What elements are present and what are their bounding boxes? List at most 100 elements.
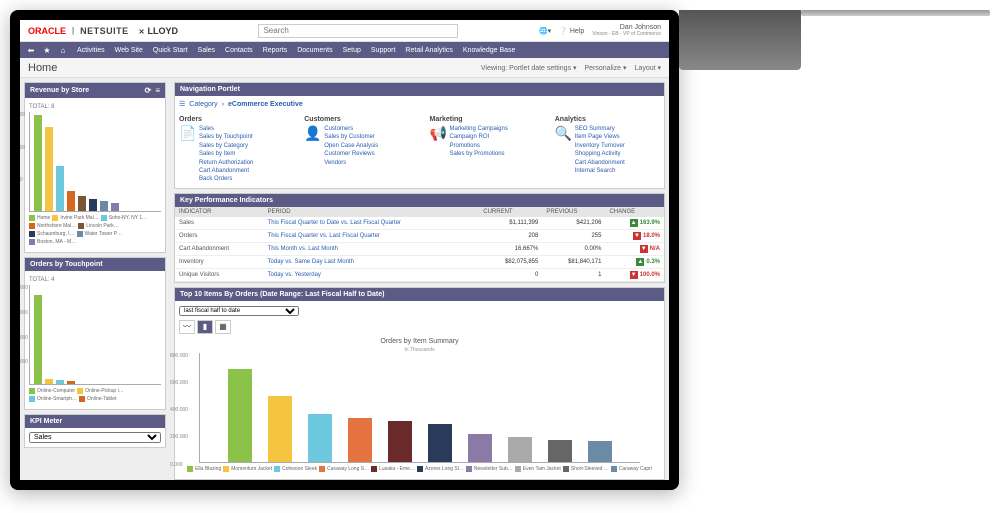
refresh-icon[interactable]: ⟳ bbox=[145, 86, 152, 95]
menu-item[interactable]: Support bbox=[366, 45, 401, 56]
nav-link[interactable]: Sales by Item bbox=[199, 150, 284, 158]
kpi-period-link[interactable]: Today vs. Yesterday bbox=[268, 272, 321, 278]
total-label: TOTAL: 8 bbox=[29, 102, 161, 112]
menu-item[interactable]: Web Site bbox=[110, 45, 148, 56]
menu-item[interactable]: Retail Analytics bbox=[400, 45, 457, 56]
menu-item[interactable]: Contacts bbox=[220, 45, 258, 56]
nav-column: Analytics🔍SEO SummaryItem Page ViewsInve… bbox=[555, 116, 660, 184]
nav-link[interactable]: Customer Reviews bbox=[324, 150, 409, 158]
breadcrumb: ☰ Category › eCommerce Executive bbox=[175, 96, 664, 112]
menu-item[interactable]: Reports bbox=[258, 45, 293, 56]
breadcrumb-item[interactable]: eCommerce Executive bbox=[228, 101, 303, 108]
nav-link[interactable]: Open Case Analysis bbox=[324, 142, 409, 150]
legend-item: Online-Smartph… bbox=[29, 396, 77, 402]
nav-link[interactable]: Cart Abandonment bbox=[575, 159, 660, 167]
chart-bar bbox=[89, 199, 97, 211]
nav-link[interactable]: Sales by Category bbox=[199, 142, 284, 150]
chart-bar bbox=[45, 379, 53, 384]
nav-link[interactable]: Sales by Promotions bbox=[450, 150, 535, 158]
globe-icon[interactable]: 🌐▾ bbox=[539, 27, 551, 35]
chart-bar bbox=[268, 396, 292, 461]
nav-column: Marketing📢Marketing CampaignsCampaign RO… bbox=[430, 116, 535, 184]
nav-heading: Customers bbox=[304, 116, 409, 123]
legend-item: Azores Long Sl… bbox=[417, 466, 464, 472]
table-header: CURRENT bbox=[479, 207, 542, 217]
legend-item: Caraway Long S… bbox=[319, 466, 369, 472]
menu-item[interactable]: Documents bbox=[292, 45, 337, 56]
personalize-toggle[interactable]: Personalize ▾ bbox=[584, 64, 626, 72]
chart-bar bbox=[45, 127, 53, 211]
portlet-title: Orders by Touchpoint bbox=[30, 261, 103, 268]
chart-bar bbox=[111, 203, 119, 211]
nav-link[interactable]: Cart Abandonment bbox=[199, 167, 284, 175]
back-icon[interactable]: ⬅ bbox=[24, 43, 38, 57]
kpi-portlet: Key Performance Indicators INDICATORPERI… bbox=[174, 193, 665, 283]
page-title: Home bbox=[28, 62, 57, 74]
bar-chart-icon[interactable]: ▮ bbox=[197, 320, 213, 334]
viewing-toggle[interactable]: Viewing: Portlet date settings ▾ bbox=[481, 64, 577, 72]
star-icon[interactable]: ★ bbox=[40, 43, 54, 57]
menu-icon[interactable]: ≡ bbox=[155, 86, 160, 95]
menu-icon[interactable]: ☰ bbox=[179, 100, 185, 108]
table-icon[interactable]: ▦ bbox=[215, 320, 231, 334]
chart-bar bbox=[56, 380, 64, 384]
chart-bar bbox=[508, 437, 532, 462]
nav-heading: Marketing bbox=[430, 116, 535, 123]
kpi-period-link[interactable]: This Fiscal Quarter to Date vs. Last Fis… bbox=[268, 220, 401, 226]
nav-link[interactable]: Vendors bbox=[324, 159, 409, 167]
nav-link[interactable]: Marketing Campaigns bbox=[450, 125, 535, 133]
nav-link[interactable]: Return Authorization bbox=[199, 159, 284, 167]
nav-link[interactable]: Back Orders bbox=[199, 175, 284, 183]
search-input[interactable] bbox=[258, 24, 458, 38]
table-row: OrdersThis Fiscal Quarter vs. Last Fisca… bbox=[175, 229, 664, 242]
date-range-select[interactable]: last fiscal half to date bbox=[179, 306, 299, 316]
nav-heading: Analytics bbox=[555, 116, 660, 123]
nav-link[interactable]: Item Page Views bbox=[575, 133, 660, 141]
nav-link[interactable]: Internal Search bbox=[575, 167, 660, 175]
nav-link[interactable]: Customers bbox=[324, 125, 409, 133]
nav-link[interactable]: Sales by Customer bbox=[324, 133, 409, 141]
nav-link[interactable]: Sales bbox=[199, 125, 284, 133]
main-menu: ⬅ ★ ⌂ ActivitiesWeb SiteQuick StartSales… bbox=[20, 42, 669, 58]
chart-bar bbox=[588, 441, 612, 461]
nav-link[interactable]: Shopping Activity bbox=[575, 150, 660, 158]
nav-link[interactable]: Campaign ROI bbox=[450, 133, 535, 141]
top-bar: ORACLE | NETSUITE LLOYD 🌐▾ ❔ Help Dan Jo… bbox=[20, 20, 669, 42]
table-row: Cart AbandonmentThis Month vs. Last Mont… bbox=[175, 242, 664, 255]
kpi-period-link[interactable]: This Month vs. Last Month bbox=[268, 246, 338, 252]
global-search bbox=[258, 24, 458, 38]
nav-link[interactable]: Sales by Touchpoint bbox=[199, 133, 284, 141]
menu-item[interactable]: Knowledge Base bbox=[458, 45, 521, 56]
brand-block: ORACLE | NETSUITE LLOYD bbox=[28, 26, 178, 36]
legend-item: Home bbox=[29, 215, 50, 221]
line-chart-icon[interactable]: 〰 bbox=[179, 320, 195, 334]
portlet-title: Top 10 Items By Orders (Date Range: Last… bbox=[180, 291, 384, 298]
kpi-period-link[interactable]: Today vs. Same Day Last Month bbox=[268, 259, 354, 265]
partner-logo: LLOYD bbox=[139, 26, 178, 36]
chart-bar bbox=[67, 381, 75, 384]
nav-link[interactable]: Inventory Turnover bbox=[575, 142, 660, 150]
nav-link[interactable]: Promotions bbox=[450, 142, 535, 150]
layout-toggle[interactable]: Layout ▾ bbox=[635, 64, 661, 72]
menu-item[interactable]: Sales bbox=[193, 45, 221, 56]
chart-type-switch: 〰 ▮ ▦ bbox=[179, 320, 660, 334]
kpi-period-link[interactable]: This Fiscal Quarter vs. Last Fiscal Quar… bbox=[268, 233, 380, 239]
oracle-logo: ORACLE bbox=[28, 26, 66, 36]
kpi-meter-select[interactable]: Sales bbox=[29, 432, 161, 443]
home-icon[interactable]: ⌂ bbox=[56, 43, 70, 57]
breadcrumb-item[interactable]: Category bbox=[189, 101, 217, 108]
menu-item[interactable]: Setup bbox=[338, 45, 366, 56]
table-header: INDICATOR bbox=[175, 207, 264, 217]
chart-bar bbox=[34, 115, 42, 211]
user-menu[interactable]: Dan Johnson Vinson - EB - VP of Commerce bbox=[592, 24, 661, 37]
legend-item: Water Tower P… bbox=[77, 231, 123, 237]
menu-item[interactable]: Activities bbox=[72, 45, 110, 56]
kpi-meter-portlet: KPI Meter Sales bbox=[24, 414, 166, 448]
chart-bar bbox=[428, 424, 452, 462]
top-items-chart: 800.000 600.000 400.000 200.000 0.000 bbox=[199, 353, 640, 463]
legend-item: Lincoln Park… bbox=[78, 223, 119, 229]
nav-link[interactable]: SEO Summary bbox=[575, 125, 660, 133]
help-link[interactable]: ❔ Help bbox=[559, 27, 584, 35]
menu-item[interactable]: Quick Start bbox=[148, 45, 193, 56]
chart-bar bbox=[67, 191, 75, 211]
